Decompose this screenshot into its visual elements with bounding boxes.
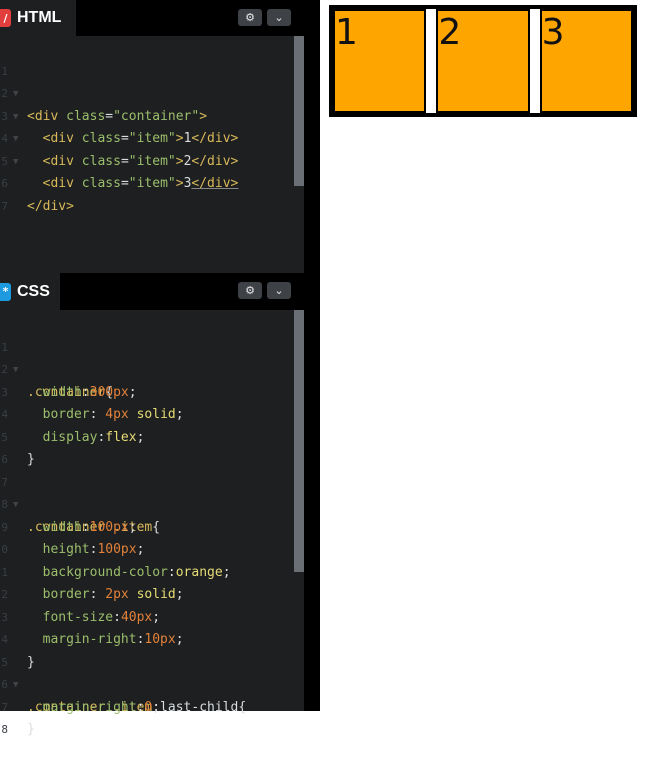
css-language-icon: * [0, 282, 11, 301]
chevron-down-icon: ⌄ [274, 11, 284, 24]
result-item: 3 [539, 9, 633, 113]
css-collapse-button[interactable]: ⌄ [267, 282, 291, 299]
result-item: 1 [333, 9, 427, 113]
css-panel-header: * CSS ⚙ ⌄ [0, 273, 304, 310]
code-line: 2 ▼ <div class="item">1</div> [0, 61, 304, 146]
html-scrollbar[interactable] [294, 36, 304, 186]
result-item: 2 [436, 9, 530, 113]
code-line: 9 height:100px; [0, 494, 304, 558]
code-line: 2 font-size:40px; [0, 562, 304, 625]
code-line: 6 [0, 427, 304, 466]
css-settings-button[interactable]: ⚙ [238, 282, 262, 299]
code-line: 4 display:flex; [0, 382, 304, 445]
css-code-area[interactable]: 1 ▼ .container{ 2 width:300px; 3 border:… [0, 314, 304, 738]
html-editor-panel: / HTML ⚙ ⌄ 1 ▼ <div class="container"> 2… [0, 0, 304, 270]
code-line: 6 </div> [0, 151, 304, 214]
code-line: 6 margin-right:0; [0, 652, 304, 715]
panel-resize-divider[interactable] [304, 0, 320, 711]
html-panel-header: / HTML ⚙ ⌄ [0, 0, 304, 36]
code-line: 3 margin-right:10px; [0, 584, 304, 648]
code-line: 2 width:300px; [0, 337, 304, 400]
html-language-icon: / [0, 9, 11, 27]
code-line: 0 background-color:orange; [0, 517, 304, 580]
code-line: 8 width:100px; [0, 472, 304, 535]
chevron-down-icon: ⌄ [274, 284, 284, 297]
css-tab[interactable]: * CSS [0, 273, 60, 310]
editor-column: / HTML ⚙ ⌄ 1 ▼ <div class="container"> 2… [0, 0, 304, 737]
code-line: 7 [0, 173, 304, 213]
code-line: 5 } [0, 404, 304, 468]
code-line: 3 ▼ <div class="item">2</div> [0, 83, 304, 169]
html-settings-button[interactable]: ⚙ [238, 9, 262, 26]
code-line: 1 ▼ <div class="container"> [0, 38, 304, 124]
result-container: 1 2 3 [329, 5, 637, 117]
code-line: 1 ▼ .container{ [0, 314, 304, 400]
code-line: 4 } [0, 607, 304, 670]
gear-icon: ⚙ [245, 11, 255, 24]
code-line: 7 ▼ .container .item{ [0, 449, 304, 535]
code-line: 5 ▼ .container .item:last-child{ [0, 629, 304, 715]
css-editor-panel: * CSS ⚙ ⌄ 1 ▼ .container{ 2 width:300px;… [0, 270, 304, 737]
code-line: 5 [0, 128, 304, 168]
line-number: 7 [1, 199, 8, 213]
code-line: 4 ▼ <div class="item">3</div> [0, 106, 304, 191]
css-scrollbar[interactable] [294, 310, 304, 572]
html-collapse-button[interactable]: ⌄ [267, 9, 291, 26]
code-line: 3 border: 4px solid; [0, 359, 304, 423]
code-line: 7 } [0, 674, 304, 738]
code-line: 8 [0, 697, 304, 736]
code-line: 1 border: 2px solid; [0, 539, 304, 603]
gear-icon: ⚙ [245, 284, 255, 297]
line-number: 8 [1, 723, 8, 736]
css-tab-label: CSS [17, 282, 50, 300]
html-tab-label: HTML [17, 9, 62, 26]
html-code-area[interactable]: 1 ▼ <div class="container"> 2 ▼ <div cla… [0, 38, 304, 214]
html-tab[interactable]: / HTML [0, 0, 76, 36]
